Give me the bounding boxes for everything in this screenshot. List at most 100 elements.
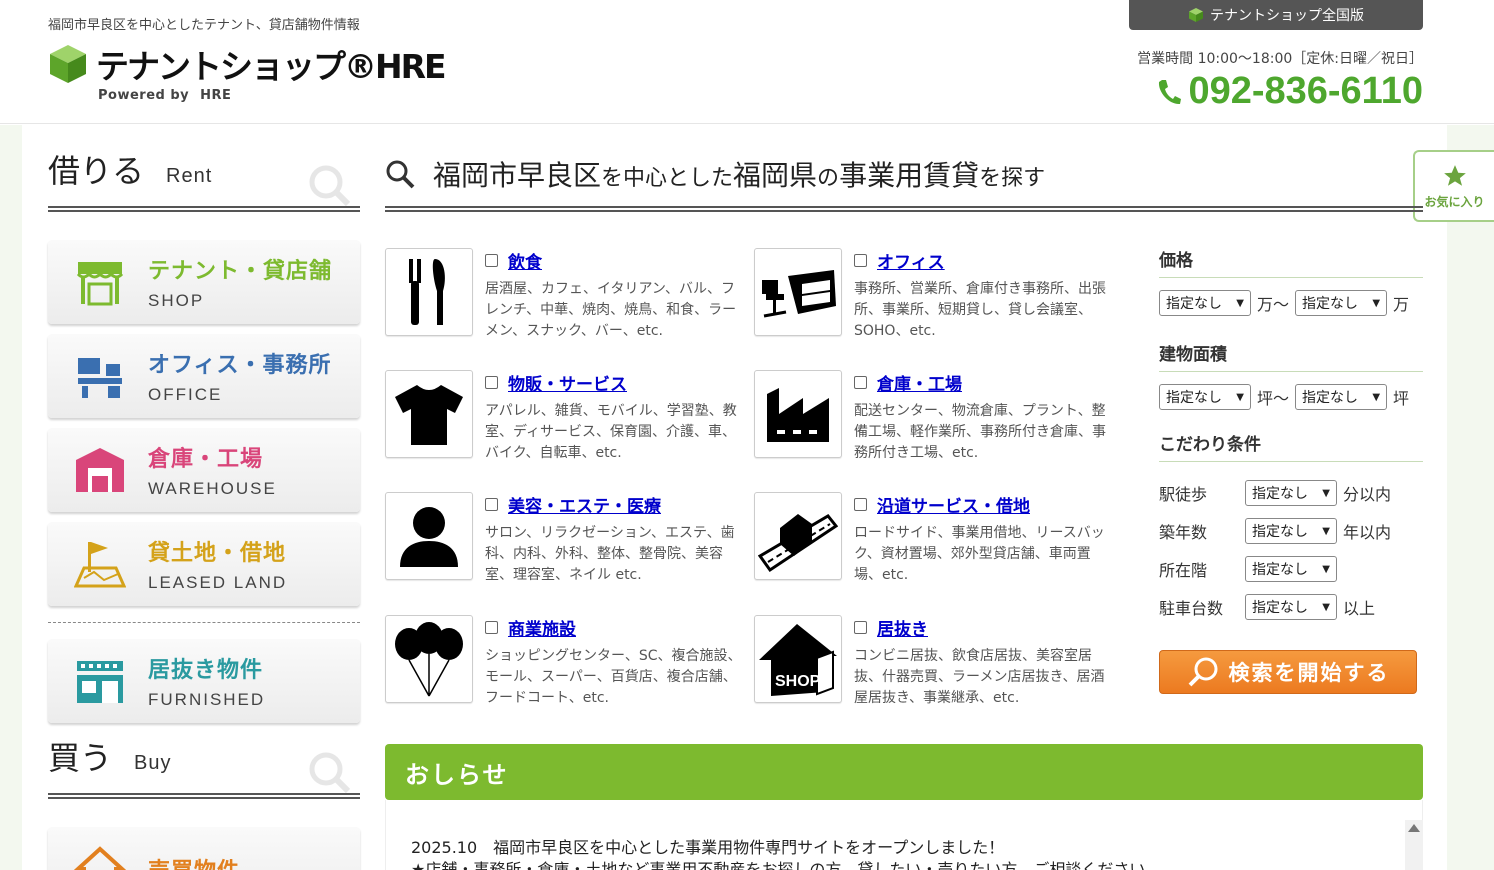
category-leased-land-en: LEASED LAND xyxy=(148,573,288,592)
type-furnished-link[interactable]: 居抜き xyxy=(877,615,928,640)
powered-by-label: Powered by xyxy=(98,88,190,103)
house-icon xyxy=(72,841,128,870)
powered-by: Powered by HRE xyxy=(98,88,231,103)
area-unit-tsubo: 坪～ xyxy=(1257,385,1289,409)
fork-knife-icon[interactable] xyxy=(385,248,473,336)
scroll-up-arrow-icon[interactable] xyxy=(1408,824,1420,832)
news-scrollbar[interactable] xyxy=(1405,820,1423,870)
site-logo[interactable]: テナントショップ®HRE xyxy=(48,40,447,88)
factory-icon[interactable] xyxy=(754,370,842,458)
area-tilde: ～ xyxy=(1273,389,1290,408)
type-beauty-checkbox[interactable] xyxy=(485,498,498,511)
cond-age-unit: 年以内 xyxy=(1343,523,1392,542)
start-search-button[interactable]: 検索を開始する xyxy=(1159,650,1417,694)
sidebar: 借りる Rent テナント・貸店舗 SHOP オフィス・事務所 OFFICE 倉… xyxy=(48,150,360,870)
type-restaurant-link[interactable]: 飲食 xyxy=(508,248,542,273)
national-version-button[interactable]: テナントショップ全国版 xyxy=(1129,0,1423,30)
area-min-select[interactable]: 指定なし ▼ xyxy=(1159,384,1251,410)
type-roadside-desc: ロードサイド、事業用借地、リースバック、資材置場、郊外型貸店舗、車両置場、etc… xyxy=(854,525,1105,583)
roadside-icon[interactable] xyxy=(754,492,842,580)
balloons-icon[interactable] xyxy=(385,615,473,703)
land-flag-icon xyxy=(72,536,128,592)
shop-house-icon[interactable]: SHOP xyxy=(754,615,842,703)
category-for-sale[interactable]: 売買物件 xyxy=(48,827,360,870)
category-furnished-jp: 居抜き物件 xyxy=(148,658,264,683)
price-unit-man: 万～ xyxy=(1257,291,1289,315)
type-warehouse-checkbox[interactable] xyxy=(854,376,867,389)
type-beauty-link[interactable]: 美容・エステ・医療 xyxy=(508,492,661,517)
news-item-1: 2025.10 福岡市早良区を中心とした事業用物件専門サイトをオープンしました！ xyxy=(411,838,1005,857)
price-max-value: 指定なし xyxy=(1302,296,1359,312)
buy-heading-jp: 買う xyxy=(48,739,113,777)
title-part-e: 事業用賃貸 xyxy=(839,159,980,192)
rent-heading-jp: 借りる xyxy=(48,152,145,190)
price-max-select[interactable]: 指定なし ▼ xyxy=(1295,290,1388,316)
sidebar-divider xyxy=(48,622,360,623)
type-commercial-link[interactable]: 商業施設 xyxy=(508,615,576,640)
area-heading: 建物面積 xyxy=(1159,340,1423,372)
page-title-text: 福岡市早良区を中心とした福岡県の事業用賃貸を探す xyxy=(433,154,1045,194)
type-office-link[interactable]: オフィス xyxy=(877,248,945,273)
chevron-down-icon: ▼ xyxy=(1322,563,1330,575)
rent-heading: 借りる Rent xyxy=(48,150,360,212)
chevron-down-icon: ▼ xyxy=(1322,487,1330,499)
phone-number[interactable]: 092-836-6110 xyxy=(1156,70,1423,113)
type-furnished: SHOP 居抜き コンビニ居抜、飲食店居抜、美容室居抜、什器売買、ラーメン店居抜… xyxy=(754,615,1114,706)
title-part-d: の xyxy=(817,166,840,191)
category-warehouse-jp: 倉庫・工場 xyxy=(148,447,264,472)
category-shop[interactable]: テナント・貸店舗 SHOP xyxy=(48,240,360,324)
type-beauty-medical: 美容・エステ・医療 サロン、リラクゼーション、エステ、歯科、内科、外科、整体、整… xyxy=(385,492,745,583)
business-hours: 営業時間 10:00～18:00［定休:日曜／祝日］ xyxy=(1137,51,1423,67)
cond-walk-unit: 分以内 xyxy=(1343,485,1392,504)
tshirt-icon[interactable] xyxy=(385,370,473,458)
title-part-a: 福岡市早良区 xyxy=(433,159,602,192)
type-retail-desc: アパレル、雑貨、モバイル、学習塾、教室、ディサービス、保育園、介護、車、バイク、… xyxy=(485,403,737,461)
type-warehouse: 倉庫・工場 配送センター、物流倉庫、プラント、整備工場、軽作業所、事務所付き倉庫… xyxy=(754,370,1114,461)
area-max-select[interactable]: 指定なし ▼ xyxy=(1295,384,1388,410)
cond-floor-label: 所在階 xyxy=(1159,561,1208,580)
person-icon[interactable] xyxy=(385,492,473,580)
cond-floor-select[interactable]: 指定なし ▼ xyxy=(1245,556,1337,582)
type-restaurant-checkbox[interactable] xyxy=(485,254,498,267)
price-heading: 価格 xyxy=(1159,246,1423,278)
type-office-checkbox[interactable] xyxy=(854,254,867,267)
buy-heading-en: Buy xyxy=(134,752,172,774)
phone-number-text: 092-836-6110 xyxy=(1188,70,1423,112)
svg-text:SHOP: SHOP xyxy=(775,673,821,690)
area-unit-tsubo-b: 坪 xyxy=(1393,389,1410,408)
cond-walk-label: 駅徒歩 xyxy=(1159,485,1208,504)
search-icon xyxy=(386,160,415,189)
type-retail-checkbox[interactable] xyxy=(485,376,498,389)
right-background xyxy=(1447,125,1494,870)
type-retail-link[interactable]: 物販・サービス xyxy=(508,370,627,395)
category-furnished[interactable]: 居抜き物件 FURNISHED xyxy=(48,639,360,723)
title-part-b: を中心とした xyxy=(601,166,734,191)
category-office[interactable]: オフィス・事務所 OFFICE xyxy=(48,334,360,418)
type-retail-service: 物販・サービス アパレル、雑貨、モバイル、学習塾、教室、ディサービス、保育園、介… xyxy=(385,370,745,461)
cond-parking-value: 指定なし xyxy=(1252,600,1308,616)
category-leased-land[interactable]: 貸土地・借地 LEASED LAND xyxy=(48,522,360,606)
cond-parking-select[interactable]: 指定なし ▼ xyxy=(1245,594,1337,620)
category-warehouse[interactable]: 倉庫・工場 WAREHOUSE xyxy=(48,428,360,512)
category-office-jp: オフィス・事務所 xyxy=(148,353,332,378)
category-furnished-en: FURNISHED xyxy=(148,690,266,709)
news-heading: おしらせ xyxy=(385,744,1423,800)
logo-text: テナントショップ®HRE xyxy=(96,47,447,86)
price-unit-man-b: 万 xyxy=(1393,295,1410,314)
type-roadside-checkbox[interactable] xyxy=(854,498,867,511)
type-roadside-link[interactable]: 沿道サービス・借地 xyxy=(877,492,1030,517)
type-warehouse-link[interactable]: 倉庫・工場 xyxy=(877,370,962,395)
conditions-heading: こだわり条件 xyxy=(1159,430,1423,462)
type-furnished-checkbox[interactable] xyxy=(854,621,867,634)
cond-age-value: 指定なし xyxy=(1252,524,1308,540)
category-for-sale-jp: 売買物件 xyxy=(148,853,240,870)
cond-walk-select[interactable]: 指定なし ▼ xyxy=(1245,480,1337,506)
cond-age-select[interactable]: 指定なし ▼ xyxy=(1245,518,1337,544)
site-header: 福岡市早良区を中心としたテナント、貸店舗物件情報 テナントショップ®HRE Po… xyxy=(0,0,1494,124)
price-min-select[interactable]: 指定なし ▼ xyxy=(1159,290,1251,316)
price-unit-man-a: 万 xyxy=(1257,295,1274,314)
favorites-tab[interactable]: お気に入り xyxy=(1413,150,1494,222)
office-desk-icon[interactable] xyxy=(754,248,842,336)
title-part-f: を探す xyxy=(979,166,1046,191)
type-commercial-checkbox[interactable] xyxy=(485,621,498,634)
